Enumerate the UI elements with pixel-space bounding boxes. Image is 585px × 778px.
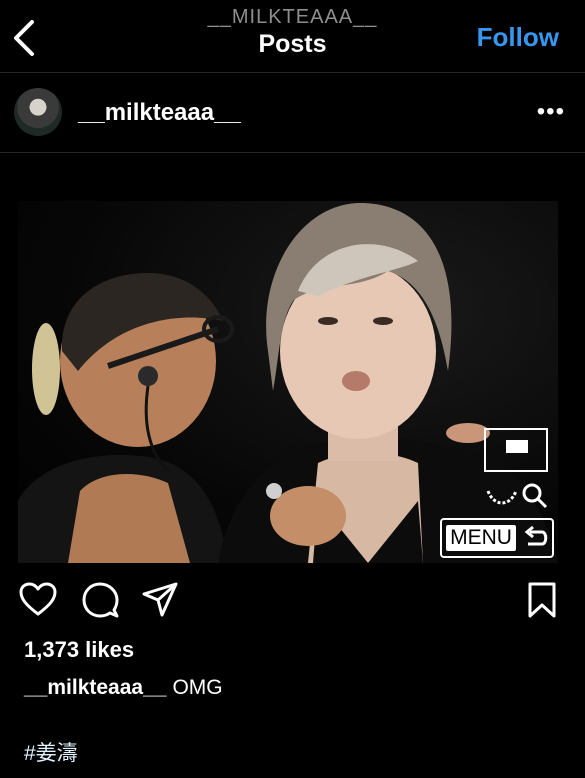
header-divider xyxy=(0,72,585,73)
caption-username[interactable]: __milkteaaa__ xyxy=(24,676,166,699)
likes-count[interactable]: 1,373 likes xyxy=(24,637,134,663)
post-header-divider xyxy=(0,152,585,153)
post-photo[interactable]: MENU xyxy=(18,201,558,563)
follow-button[interactable]: Follow xyxy=(477,22,559,53)
post-username[interactable]: __milkteaaa__ xyxy=(78,99,241,127)
post-actions xyxy=(0,580,585,620)
caption-text: OMG xyxy=(172,676,223,699)
photo-illustration xyxy=(18,202,558,563)
heart-icon[interactable] xyxy=(18,580,58,620)
share-icon[interactable] xyxy=(140,580,180,620)
menu-overlay-button: MENU xyxy=(440,518,554,558)
hashtag-link[interactable]: #姜濤 xyxy=(24,737,78,767)
post-header: __milkteaaa__ ••• xyxy=(0,84,585,140)
bookmark-icon[interactable] xyxy=(522,580,562,620)
return-arrow-icon xyxy=(524,526,548,546)
more-icon[interactable]: ••• xyxy=(537,98,565,126)
frame-overlay-icon xyxy=(484,428,548,472)
top-bar: __MILKTEAAA__ Posts Follow xyxy=(0,0,585,72)
zoom-overlay-icon xyxy=(486,483,548,509)
menu-overlay-label: MENU xyxy=(446,525,516,551)
avatar[interactable] xyxy=(14,88,62,136)
frame-overlay-inner xyxy=(506,440,528,453)
caption: __milkteaaa__ OMG xyxy=(24,676,223,700)
comment-icon[interactable] xyxy=(80,580,120,620)
